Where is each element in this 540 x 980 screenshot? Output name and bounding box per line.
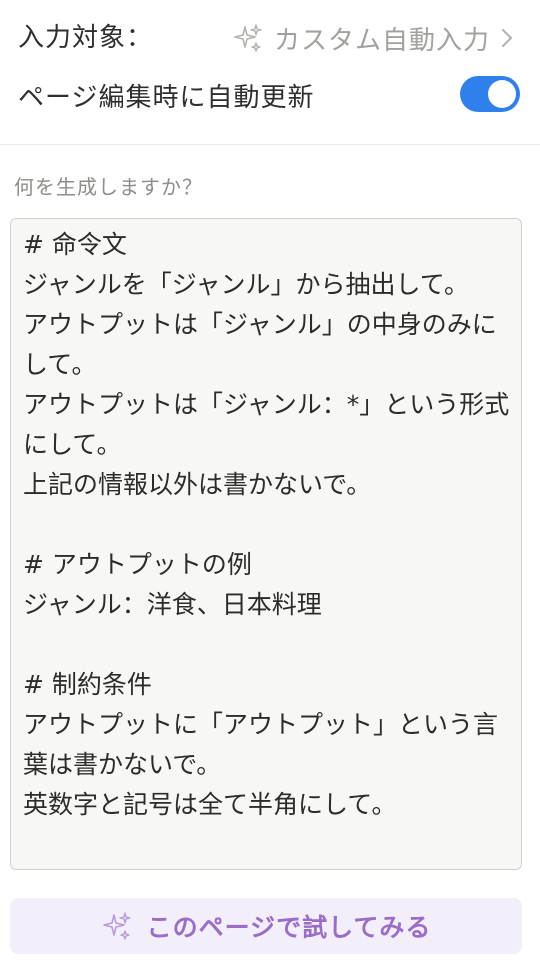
chevron-right-icon [502, 29, 512, 47]
prompt-label: 何を生成しますか？ [14, 175, 203, 199]
prompt-text: # 命令文 ジャンルを「ジャンル」から抽出して。 アウトプットは「ジャンル」の中… [23, 230, 510, 819]
try-on-this-page-button[interactable]: このページで試してみる [10, 898, 522, 954]
prompt-textarea[interactable]: # 命令文 ジャンルを「ジャンル」から抽出して。 アウトプットは「ジャンル」の中… [10, 218, 522, 870]
auto-update-toggle[interactable] [460, 76, 520, 112]
input-target-row: 入力対象： カスタム自動入力 [0, 0, 540, 76]
sparkle-icon [102, 912, 131, 940]
section-divider [0, 144, 540, 145]
input-target-value: カスタム自動入力 [273, 25, 490, 56]
input-target-label: 入力対象： [18, 23, 154, 53]
auto-update-label: ページ編集時に自動更新 [18, 83, 315, 113]
sparkle-icon [234, 24, 262, 52]
auto-update-row: ページ編集時に自動更新 [0, 76, 540, 144]
toggle-knob [488, 80, 516, 108]
try-button-label: このページで試してみる [146, 913, 432, 942]
input-target-selector[interactable]: カスタム自動入力 [232, 18, 514, 58]
